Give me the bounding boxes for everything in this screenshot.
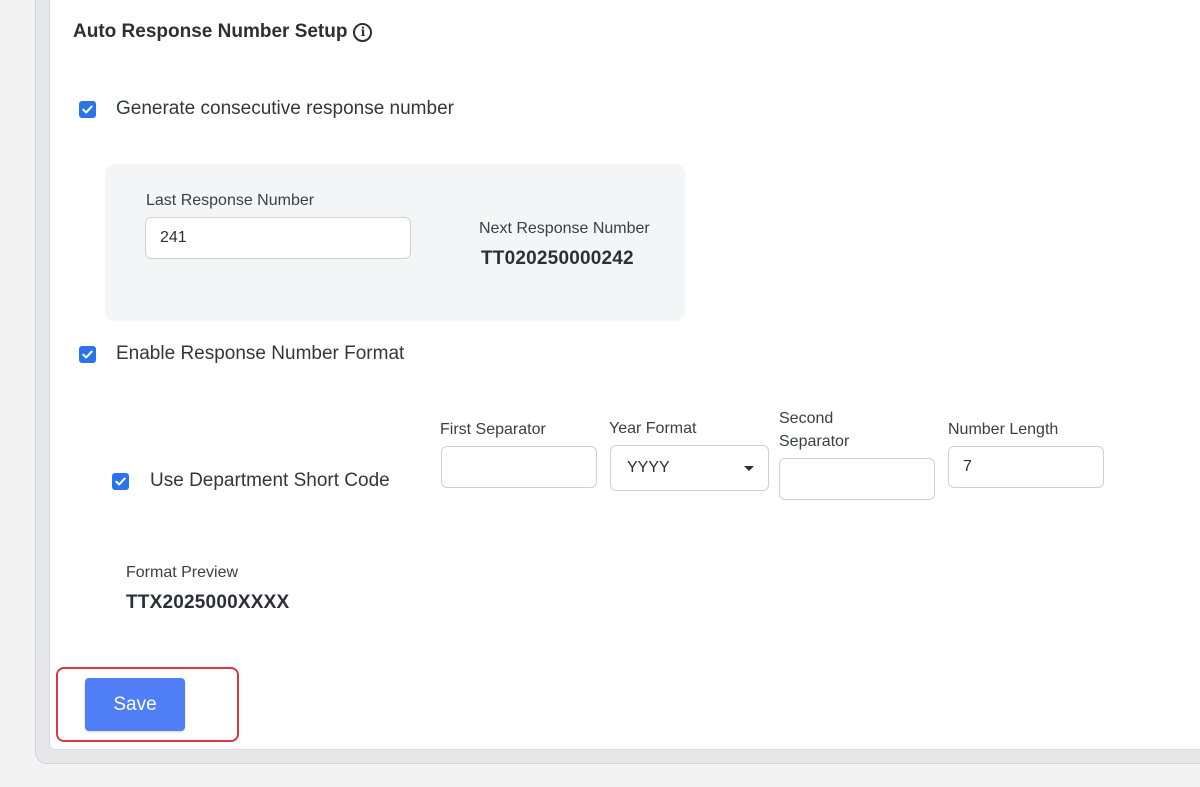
number-length-value: 7	[963, 458, 972, 475]
number-length-label: Number Length	[948, 421, 1059, 438]
caret-down-icon	[744, 465, 754, 471]
checkmark-icon	[82, 105, 93, 114]
section-header: Auto Response Number Setup i	[73, 21, 373, 43]
year-format-label: Year Format	[609, 420, 697, 437]
department-code-checkbox[interactable]	[112, 473, 129, 490]
last-response-value: 241	[160, 229, 187, 246]
save-button[interactable]: Save	[85, 678, 185, 731]
first-separator-input[interactable]	[441, 446, 597, 488]
section-title: Auto Response Number Setup	[73, 21, 348, 42]
next-response-label: Next Response Number	[479, 220, 650, 237]
format-enable-label: Enable Response Number Format	[116, 343, 405, 364]
next-response-value: TT020250000242	[481, 248, 634, 269]
format-preview-value: TTX2025000XXXX	[126, 592, 290, 613]
last-response-label: Last Response Number	[146, 192, 315, 209]
year-format-select[interactable]: YYYY	[610, 445, 769, 491]
info-circle-icon[interactable]: i	[353, 22, 373, 42]
second-separator-label-line2: Separator	[779, 433, 850, 450]
second-separator-input[interactable]	[779, 458, 935, 500]
department-code-label: Use Department Short Code	[150, 470, 390, 491]
format-preview-label: Format Preview	[126, 564, 239, 581]
consecutive-label: Generate consecutive response number	[116, 98, 454, 119]
checkmark-icon	[115, 477, 126, 486]
checkmark-icon	[82, 350, 93, 359]
second-separator-label-line1: Second	[779, 410, 834, 427]
consecutive-checkbox[interactable]	[79, 101, 96, 118]
last-response-input[interactable]: 241	[145, 217, 411, 259]
year-format-value: YYYY	[627, 459, 670, 476]
format-enable-checkbox[interactable]	[79, 346, 96, 363]
number-length-input[interactable]: 7	[948, 446, 1104, 488]
first-separator-label: First Separator	[440, 421, 546, 438]
